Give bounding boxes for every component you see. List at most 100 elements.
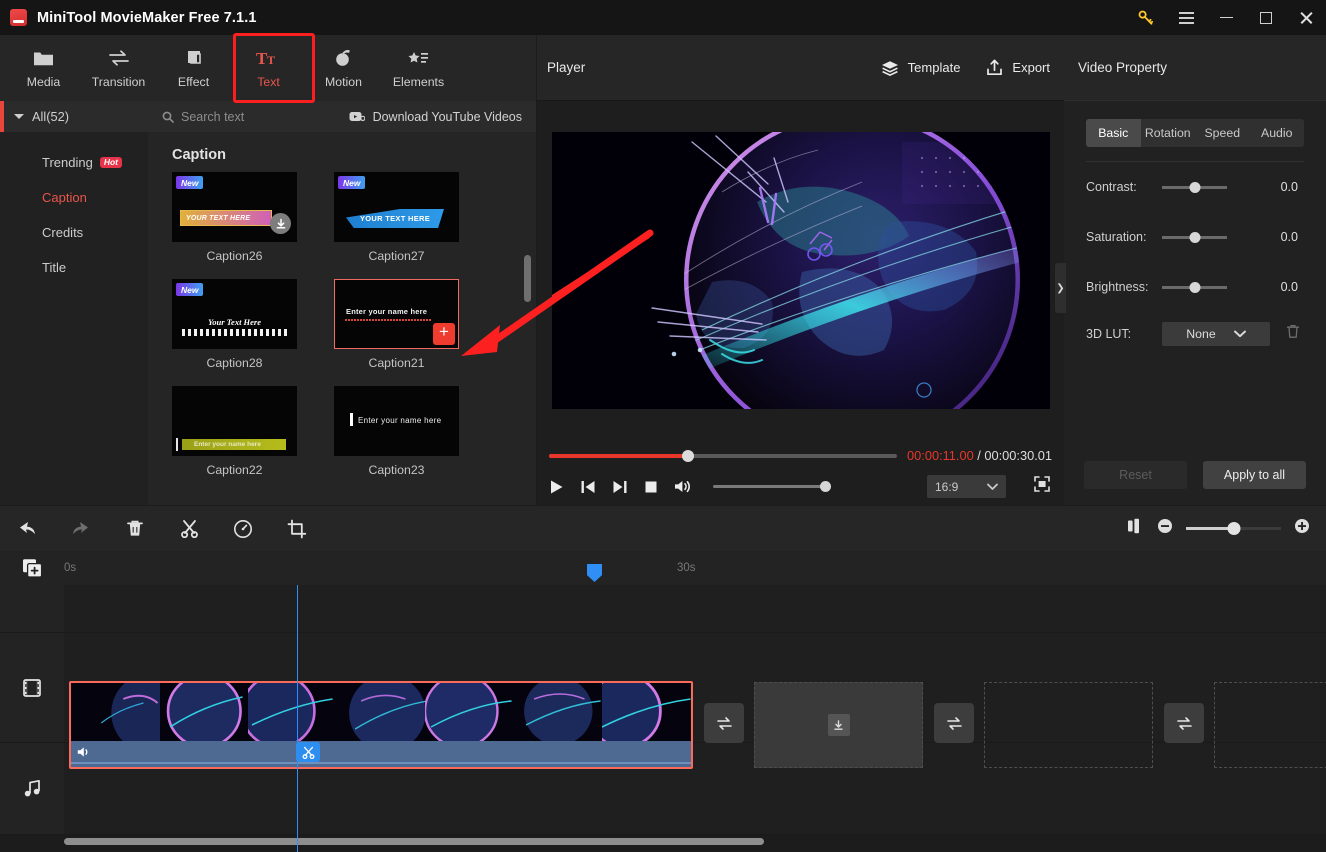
caption-item[interactable]: Enter your name here Caption23: [334, 386, 459, 477]
download-icon[interactable]: [270, 213, 291, 234]
crop-icon[interactable]: [270, 506, 324, 551]
media-placeholder-3[interactable]: [1214, 682, 1326, 768]
slider-handle[interactable]: [1189, 181, 1200, 193]
volume-slider[interactable]: [713, 481, 831, 492]
caption-art-tick: [176, 438, 178, 451]
category-list: Trending Hot Caption Credits Title: [0, 132, 148, 285]
caption-label: Caption26: [206, 249, 263, 263]
undo-icon[interactable]: [0, 506, 54, 551]
sidebar-item-caption[interactable]: Caption: [0, 180, 148, 215]
caption-thumbnail[interactable]: New Your Text Here: [172, 279, 297, 349]
brightness-slider[interactable]: [1162, 281, 1227, 293]
playhead-line[interactable]: [297, 564, 602, 852]
sidebar-item-credits[interactable]: Credits: [0, 215, 148, 250]
close-icon[interactable]: [1286, 0, 1326, 35]
volume-handle[interactable]: [820, 481, 831, 492]
caption-item[interactable]: New Your Text Here Caption28: [172, 279, 297, 370]
tab-speed[interactable]: Speed: [1195, 119, 1250, 147]
seek-handle[interactable]: [682, 449, 695, 462]
lut-select[interactable]: None: [1162, 322, 1270, 346]
media-placeholder-1[interactable]: [754, 682, 923, 768]
play-icon[interactable]: [549, 479, 564, 495]
tab-text[interactable]: TT Text: [231, 37, 306, 99]
sidebar-item-title[interactable]: Title: [0, 250, 148, 285]
tab-audio[interactable]: Audio: [1250, 119, 1305, 147]
saturation-slider[interactable]: [1162, 231, 1227, 243]
caption-item[interactable]: Enter your name here Caption22: [172, 386, 297, 477]
download-youtube-button[interactable]: Download YouTube Videos: [349, 110, 522, 124]
timeline-clip[interactable]: [69, 681, 693, 769]
slider-handle[interactable]: [1189, 281, 1200, 293]
scissors-icon[interactable]: [162, 506, 216, 551]
transition-slot-1[interactable]: [704, 703, 744, 743]
contrast-slider[interactable]: [1162, 181, 1227, 193]
tab-effect[interactable]: Effect: [156, 37, 231, 99]
zoom-in-icon[interactable]: [1294, 518, 1310, 539]
sidebar-item-trending[interactable]: Trending Hot: [0, 145, 148, 180]
delete-lut-icon[interactable]: [1286, 324, 1300, 344]
previous-frame-icon[interactable]: [580, 479, 596, 495]
split-view-icon[interactable]: [1126, 518, 1144, 539]
library-scrollbar[interactable]: [524, 255, 531, 302]
video-preview[interactable]: [551, 132, 1050, 409]
caption-thumbnail[interactable]: New YOUR TEXT HERE: [172, 172, 297, 242]
tab-rotation[interactable]: Rotation: [1141, 119, 1196, 147]
next-frame-icon[interactable]: [612, 479, 628, 495]
minimize-icon[interactable]: [1206, 0, 1246, 35]
search-input[interactable]: Search text: [162, 110, 244, 124]
aspect-ratio-select[interactable]: 16:9: [927, 475, 1006, 498]
reset-button[interactable]: Reset: [1084, 461, 1187, 489]
caption-item[interactable]: New YOUR TEXT HERE Caption26: [172, 172, 297, 263]
current-time: 00:00:11.00: [907, 448, 974, 463]
zoom-slider[interactable]: [1186, 522, 1281, 535]
export-button[interactable]: Export: [986, 59, 1050, 76]
tab-basic[interactable]: Basic: [1086, 119, 1141, 147]
volume-icon[interactable]: [674, 479, 691, 494]
caption-thumbnail[interactable]: Enter your name here: [172, 386, 297, 456]
split-clip-button[interactable]: [296, 742, 320, 762]
panel-collapse-toggle[interactable]: ❯: [1055, 263, 1066, 313]
apply-to-all-button[interactable]: Apply to all: [1203, 461, 1306, 489]
track-head-video[interactable]: [0, 633, 64, 743]
caption-thumbnail[interactable]: Enter your name here +: [334, 279, 459, 349]
transition-slot-2[interactable]: [934, 703, 974, 743]
app-logo-icon: [10, 9, 27, 26]
all-categories-row[interactable]: All(52): [0, 101, 148, 132]
zoom-handle[interactable]: [1227, 522, 1240, 535]
tab-elements[interactable]: Elements: [381, 37, 456, 99]
zoom-out-icon[interactable]: [1157, 518, 1173, 539]
app-window: MiniTool MovieMaker Free 7.1.1 Media Tra: [0, 0, 1326, 852]
tab-media[interactable]: Media: [6, 37, 81, 99]
slider-handle[interactable]: [1189, 231, 1200, 243]
fullscreen-icon[interactable]: [1034, 476, 1050, 497]
template-button[interactable]: Template: [881, 60, 960, 76]
download-icon[interactable]: [827, 714, 850, 736]
caption-item-selected[interactable]: Enter your name here + Caption21: [334, 279, 459, 370]
ruler-scale[interactable]: 0s 30s: [64, 551, 1326, 585]
tab-transition[interactable]: Transition: [81, 37, 156, 99]
window-controls: [1126, 0, 1326, 35]
stop-icon[interactable]: [644, 480, 658, 494]
timeline-horizontal-scrollbar[interactable]: [64, 838, 764, 845]
track-head-text[interactable]: [0, 585, 64, 633]
speed-gauge-icon[interactable]: [216, 506, 270, 551]
clip-mute-icon[interactable]: [77, 745, 91, 763]
redo-icon[interactable]: [54, 506, 108, 551]
key-icon[interactable]: [1126, 0, 1166, 35]
transition-slot-3[interactable]: [1164, 703, 1204, 743]
media-placeholder-2[interactable]: [984, 682, 1153, 768]
maximize-icon[interactable]: [1246, 0, 1286, 35]
caption-item[interactable]: New YOUR TEXT HERE Caption27: [334, 172, 459, 263]
text-track-lane[interactable]: [64, 585, 1326, 633]
caption-thumbnail[interactable]: Enter your name here: [334, 386, 459, 456]
add-text-button[interactable]: +: [433, 323, 455, 345]
caption-thumbnail[interactable]: New YOUR TEXT HERE: [334, 172, 459, 242]
property-body: Basic Rotation Speed Audio Contrast: 0.0…: [1064, 101, 1326, 356]
hamburger-icon[interactable]: [1166, 0, 1206, 35]
trash-icon[interactable]: [108, 506, 162, 551]
track-head-audio[interactable]: [0, 743, 64, 835]
add-media-icon[interactable]: [0, 558, 64, 578]
tab-motion[interactable]: Motion: [306, 37, 381, 99]
caption-art-text: Enter your name here: [194, 441, 261, 448]
seek-slider[interactable]: [549, 449, 898, 462]
